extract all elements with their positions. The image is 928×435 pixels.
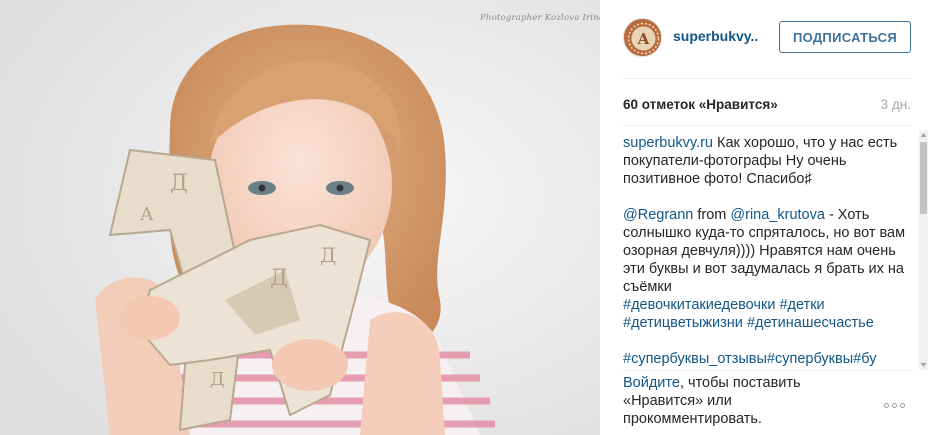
ellipsis-icon [884, 403, 889, 408]
username-link[interactable]: superbukvy.. [673, 28, 758, 44]
mention-link[interactable]: @Regrann [623, 207, 693, 223]
hashtag-link[interactable]: #детицветыжизни [623, 315, 743, 331]
carved-glyph-4: Д [320, 243, 336, 267]
caption-paragraph: superbukvy.ru Как хорошо, что у нас есть… [623, 134, 917, 188]
girl-with-wooden-letters-image: Д А Д Д Д [0, 0, 600, 435]
more-options-button[interactable] [884, 395, 914, 409]
hashtag-link[interactable]: #супербуквы_отзывы [623, 351, 767, 366]
caption-author-link[interactable]: superbukvy.ru [623, 135, 713, 151]
hashtag-link[interactable]: #детки [779, 297, 824, 313]
divider [623, 78, 912, 79]
avatar[interactable]: А [623, 18, 662, 57]
avatar-logo-icon: А [624, 19, 661, 56]
hashtag-link[interactable]: #бу [853, 351, 876, 366]
hashtag-link[interactable]: #детинашесчастье [747, 315, 874, 331]
carved-glyph-5: Д [210, 369, 225, 390]
caption-text: from [693, 207, 731, 223]
hashtags-line: #супербуквы_отзывы#супербуквы#бу [623, 350, 917, 366]
mention-link[interactable]: @rina_krutova [730, 207, 825, 223]
caption-comments: superbukvy.ru Как хорошо, что у нас есть… [623, 134, 917, 366]
hashtag-link[interactable]: #супербуквы [767, 351, 853, 366]
post-header: А superbukvy.. ПОДПИСАТЬСЯ [600, 0, 928, 78]
scroll-down-arrow-icon[interactable] [919, 360, 928, 370]
hashtags-line: #детицветыжизни #детинашесчастье [623, 314, 917, 332]
post-photo[interactable]: Д А Д Д Д Photographer Kozlova Irina [0, 0, 600, 435]
login-link[interactable]: Войдите [623, 375, 680, 391]
post-details-panel: А superbukvy.. ПОДПИСАТЬСЯ 60 отметок «Н… [600, 0, 928, 435]
likes-count[interactable]: 60 отметок «Нравится» [623, 97, 778, 112]
avatar-letter: А [637, 30, 650, 48]
carved-glyph-1: Д [170, 171, 188, 196]
scroll-up-arrow-icon[interactable] [919, 130, 928, 140]
ellipsis-icon [900, 403, 905, 408]
divider [623, 125, 912, 126]
hashtag-link[interactable]: #девочкитакиедевочки [623, 297, 775, 313]
carved-glyph-3: Д [270, 266, 288, 291]
regram-paragraph: @Regrann from @rina_krutova - Хоть солны… [623, 206, 917, 296]
carved-glyph-2: А [140, 204, 154, 225]
scrollbar-thumb[interactable] [920, 142, 927, 214]
login-prompt: Войдите, чтобы поставить «Нравится» или … [623, 374, 873, 428]
emoji-glyph: ♯ [804, 171, 812, 187]
ellipsis-icon [892, 403, 897, 408]
caption-scrollbar[interactable] [919, 130, 928, 370]
hashtags-line: #девочкитакиедевочки #детки [623, 296, 917, 314]
divider [623, 370, 912, 371]
photographer-watermark: Photographer Kozlova Irina [480, 13, 600, 23]
follow-button[interactable]: ПОДПИСАТЬСЯ [779, 21, 911, 53]
post-time[interactable]: 3 дн. [881, 97, 911, 112]
